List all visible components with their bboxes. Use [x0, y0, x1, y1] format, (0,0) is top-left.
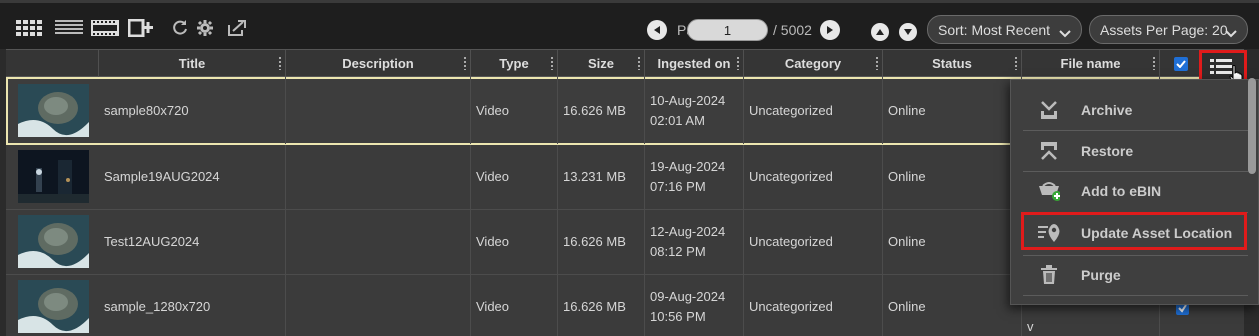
title-cell: Sample19AUG2024	[99, 145, 286, 209]
sort-dropdown[interactable]: Sort: Most Recent	[927, 15, 1082, 44]
next-page-button[interactable]	[820, 20, 840, 40]
table-header: Title Description Type Size Ingested on …	[6, 49, 1244, 77]
column-header-description[interactable]: Description	[286, 50, 471, 77]
highlight-box	[1021, 212, 1247, 250]
title-cell: Test12AUG2024	[99, 210, 286, 274]
vertical-scrollbar[interactable]	[1248, 78, 1256, 174]
settings-icon[interactable]	[196, 18, 214, 38]
ingested-date: 12-Aug-2024	[650, 224, 726, 239]
sort-descending-button[interactable]	[899, 23, 917, 41]
column-header-status[interactable]: Status	[883, 50, 1022, 77]
ingested-date: 09-Aug-2024	[650, 289, 726, 304]
menu-divider	[1023, 130, 1248, 131]
asset-thumbnail[interactable]	[18, 84, 89, 137]
refresh-icon[interactable]	[171, 18, 189, 38]
menu-divider	[1023, 255, 1248, 256]
category-cell: Uncategorized	[744, 210, 883, 274]
ingested-time: 08:12 PM	[650, 244, 706, 259]
chevron-down-icon	[1059, 25, 1071, 41]
column-header-title[interactable]: Title	[99, 50, 286, 77]
description-cell	[286, 275, 471, 336]
restore-icon	[1038, 140, 1060, 162]
size-cell: 13.231 MB	[558, 145, 645, 209]
select-all-checkbox[interactable]	[1174, 57, 1188, 71]
archive-icon	[1038, 99, 1060, 121]
ingested-on-cell: 09-Aug-2024 10:56 PM	[645, 275, 744, 336]
asset-thumbnail[interactable]	[18, 280, 89, 333]
title-cell: sample_1280x720	[99, 275, 286, 336]
category-cell: Uncategorized	[744, 77, 883, 144]
ingested-on-cell: 12-Aug-2024 08:12 PM	[645, 210, 744, 274]
menu-item-label: Purge	[1081, 267, 1121, 283]
add-to-ebin-icon	[1038, 180, 1060, 202]
type-cell: Video	[471, 210, 558, 274]
ingested-time: 07:16 PM	[650, 179, 706, 194]
toolbar: Page / 5002 Sort: Most Recent Assets Per…	[0, 0, 1259, 49]
chevron-down-icon	[1225, 25, 1237, 41]
description-cell	[286, 145, 471, 209]
column-header-ingested-on[interactable]: Ingested on	[645, 50, 744, 77]
page-number-input[interactable]	[687, 19, 768, 41]
previous-page-button[interactable]	[647, 20, 667, 40]
description-cell	[286, 210, 471, 274]
size-cell: 16.626 MB	[558, 210, 645, 274]
list-view-icon[interactable]	[55, 18, 83, 38]
sort-ascending-button[interactable]	[871, 23, 889, 41]
page-total: / 5002	[773, 22, 812, 38]
description-cell	[286, 77, 471, 144]
asset-thumbnail[interactable]	[18, 150, 89, 203]
type-cell: Video	[471, 145, 558, 209]
menu-divider	[1023, 171, 1248, 172]
type-cell: Video	[471, 77, 558, 144]
menu-item-label: Add to eBIN	[1081, 183, 1162, 199]
assets-per-page-label: Assets Per Page: 20	[1100, 21, 1228, 38]
sort-dropdown-label: Sort: Most Recent	[938, 21, 1051, 38]
add-asset-icon[interactable]	[128, 18, 154, 38]
ingested-on-cell: 19-Aug-2024 07:16 PM	[645, 145, 744, 209]
grid-view-icon[interactable]	[16, 18, 44, 38]
menu-divider	[1023, 295, 1248, 296]
menu-item-archive[interactable]: Archive	[1023, 92, 1248, 128]
category-cell: Uncategorized	[744, 145, 883, 209]
ingested-time: 02:01 AM	[650, 112, 705, 128]
assets-per-page-dropdown[interactable]: Assets Per Page: 20	[1089, 15, 1248, 44]
asset-actions-menu: Archive Restore Add to eBIN Update Asset…	[1010, 79, 1259, 305]
menu-item-label: Archive	[1081, 102, 1133, 118]
column-header-file-name[interactable]: File name	[1022, 50, 1160, 77]
ingested-on-cell: 10-Aug-2024 02:01 AM	[645, 77, 744, 144]
type-cell: Video	[471, 275, 558, 336]
export-icon[interactable]	[227, 18, 247, 38]
ingested-date: 10-Aug-2024	[650, 92, 726, 108]
ingested-time: 10:56 PM	[650, 309, 706, 324]
trash-icon	[1038, 264, 1060, 286]
filmstrip-view-icon[interactable]	[91, 18, 119, 38]
size-cell: 16.626 MB	[558, 77, 645, 144]
menu-item-restore[interactable]: Restore	[1023, 133, 1248, 169]
menu-item-purge[interactable]: Purge	[1023, 257, 1248, 293]
status-cell: Online	[883, 77, 1022, 144]
category-cell: Uncategorized	[744, 275, 883, 336]
column-header-thumbnail	[6, 50, 99, 77]
status-cell: Online	[883, 210, 1022, 274]
status-cell: Online	[883, 275, 1022, 336]
column-header-category[interactable]: Category	[744, 50, 883, 77]
menu-item-label: Restore	[1081, 143, 1134, 159]
menu-item-add-to-ebin[interactable]: Add to eBIN	[1023, 173, 1248, 209]
title-cell: sample80x720	[99, 77, 286, 144]
status-cell: Online	[883, 145, 1022, 209]
size-cell: 16.626 MB	[558, 275, 645, 336]
column-header-size[interactable]: Size	[558, 50, 645, 77]
column-header-type[interactable]: Type	[471, 50, 558, 77]
ingested-date: 19-Aug-2024	[650, 159, 726, 174]
asset-thumbnail[interactable]	[18, 215, 89, 268]
